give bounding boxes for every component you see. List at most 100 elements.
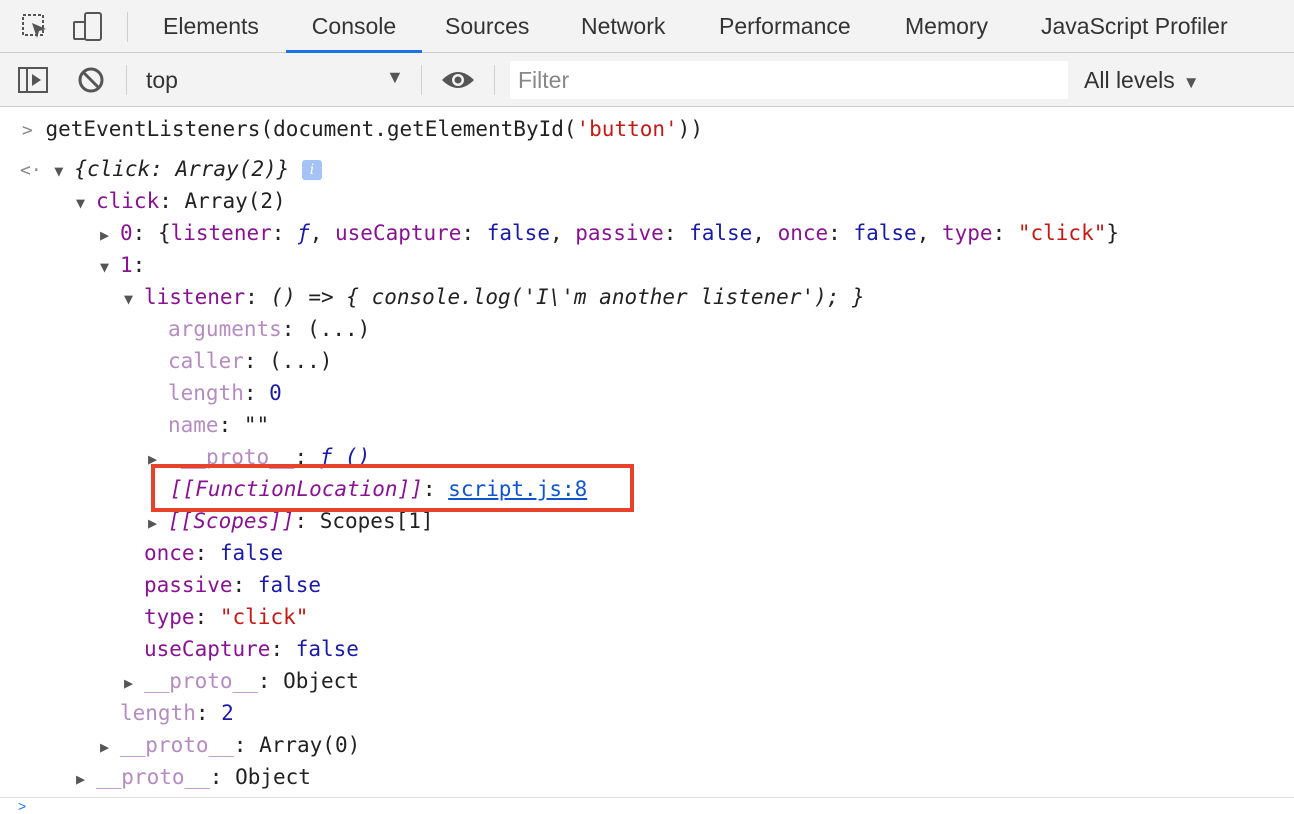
fn-prop-row: arguments: (...) [168, 317, 371, 341]
collapse-triangle-icon[interactable]: ▶ [100, 219, 120, 251]
prop-key: type [144, 605, 195, 629]
prop-key: caller [168, 349, 244, 373]
prop-value: false [219, 541, 284, 565]
prop-value: "click" [219, 605, 309, 629]
prop-key: listener [144, 285, 246, 309]
prop-value: Object [283, 669, 359, 693]
prop-value: Array(2) [184, 189, 286, 213]
devtools-tabbar: Elements Console Sources Network Perform… [0, 0, 1294, 53]
divider [421, 65, 422, 95]
divider [494, 65, 495, 95]
tab-memory[interactable]: Memory [905, 0, 988, 52]
prop-key: __proto__ [96, 765, 210, 789]
prop-value[interactable]: (...) [307, 317, 370, 341]
prop-value: false [486, 221, 550, 245]
divider [127, 12, 128, 42]
prop-value: "" [243, 413, 270, 437]
prop-key: 0 [120, 221, 133, 245]
prop-key: once [777, 221, 829, 245]
tab-elements[interactable]: Elements [163, 0, 259, 52]
input-close: )) [677, 117, 703, 141]
input-fn: getEventListeners [45, 117, 261, 141]
console-prompt-area[interactable]: > [0, 797, 1294, 814]
collapse-triangle-icon[interactable]: ▶ [100, 731, 120, 763]
listener-prop-row: once: false [144, 541, 284, 565]
punct: } [1106, 221, 1120, 245]
listener-prop-row: passive: false [144, 573, 322, 597]
tab-javascript-profiler[interactable]: JavaScript Profiler [1041, 0, 1228, 52]
live-expression-eye-icon[interactable] [440, 68, 476, 97]
array-length-row: length: 2 [120, 701, 234, 725]
prop-value: Object [235, 765, 311, 789]
console-input-line: > getEventListeners(document.getElementB… [22, 113, 703, 145]
listener-prop-row: useCapture: false [144, 637, 359, 661]
tab-performance[interactable]: Performance [719, 0, 851, 52]
prop-value[interactable]: (...) [269, 349, 332, 373]
prop-value: Array(0) [259, 733, 361, 757]
prop-value: false [257, 573, 322, 597]
listener-prop-row: type: "click" [144, 605, 309, 629]
highlight-box [151, 464, 634, 512]
input-args: (document.getElementById( [260, 117, 577, 141]
console-toolbar: top ▼ All levels ▼ [0, 53, 1294, 107]
filter-input[interactable] [510, 61, 1068, 99]
listener-row[interactable]: ▼ listener: () => { console.log('I\'m ano… [124, 281, 865, 313]
sidebar-toggle-icon[interactable] [17, 66, 49, 99]
click-row[interactable]: ▼ click: Array(2) [76, 185, 286, 217]
tab-sources[interactable]: Sources [445, 0, 529, 52]
prop-key: arguments [168, 317, 282, 341]
prompt-chevron-icon: > [22, 120, 33, 141]
prop-value: ƒ [297, 221, 310, 245]
collapse-triangle-icon[interactable]: ▶ [124, 667, 144, 699]
tab-network[interactable]: Network [581, 0, 665, 52]
object-proto-row[interactable]: ▶ __proto__: Object [76, 761, 311, 793]
item-1-proto-row[interactable]: ▶ __proto__: Object [124, 665, 359, 697]
prop-key: passive [575, 221, 664, 245]
result-summary-row[interactable]: <· ▼ {click: Array(2)} i [20, 153, 322, 185]
log-levels-label: All levels [1084, 67, 1175, 93]
fn-prop-row: length: 0 [168, 381, 282, 405]
tab-console[interactable]: Console [286, 0, 422, 53]
console-output: > getEventListeners(document.getElementB… [0, 107, 1294, 797]
array-proto-row[interactable]: ▶ __proto__: Array(0) [100, 729, 360, 761]
prop-value: 2 [221, 701, 234, 725]
context-selector[interactable]: top [146, 67, 178, 94]
prop-key: once [144, 541, 195, 565]
inspect-element-icon[interactable] [20, 12, 50, 47]
prop-key: useCapture [335, 221, 462, 245]
prop-key: useCapture [144, 637, 271, 661]
prop-key: [[Scopes]] [168, 509, 295, 533]
chevron-down-icon[interactable]: ▼ [386, 67, 404, 88]
prop-key: length [120, 701, 196, 725]
device-toolbar-icon[interactable] [72, 12, 104, 47]
info-icon[interactable]: i [301, 160, 322, 180]
expand-triangle-icon[interactable]: ▼ [76, 187, 96, 219]
punct: { [157, 221, 171, 245]
prop-value: Scopes[1] [319, 509, 434, 533]
clear-console-icon[interactable] [77, 66, 105, 99]
listener-source: () => { console.log('I\'m another listen… [270, 285, 865, 309]
fn-prop-row: caller: (...) [168, 349, 333, 373]
expand-triangle-icon[interactable]: ▼ [124, 283, 144, 315]
prop-key: length [168, 381, 244, 405]
prop-value: "click" [1017, 221, 1107, 245]
log-levels-dropdown[interactable]: All levels ▼ [1084, 67, 1200, 94]
prop-value: 0 [269, 381, 282, 405]
prop-key: 1 [120, 253, 133, 277]
result-arrow-icon: <· [20, 160, 42, 181]
item-1-row[interactable]: ▼ 1: [100, 249, 145, 281]
result-summary: {click: Array(2)} [74, 157, 290, 181]
prop-key: __proto__ [120, 733, 234, 757]
prop-key: listener [170, 221, 272, 245]
collapse-triangle-icon[interactable]: ▶ [76, 763, 96, 795]
item-0-row[interactable]: ▶ 0: {listener: ƒ, useCapture: false, pas… [100, 217, 1119, 249]
prop-key: click [96, 189, 160, 213]
expand-triangle-icon[interactable]: ▼ [54, 155, 74, 187]
expand-triangle-icon[interactable]: ▼ [100, 251, 120, 283]
prop-value: false [295, 637, 359, 661]
prop-key: passive [144, 573, 233, 597]
prop-key: type [941, 221, 993, 245]
input-string: 'button' [576, 117, 678, 141]
prop-value: false [853, 221, 917, 245]
prop-key: __proto__ [144, 669, 258, 693]
